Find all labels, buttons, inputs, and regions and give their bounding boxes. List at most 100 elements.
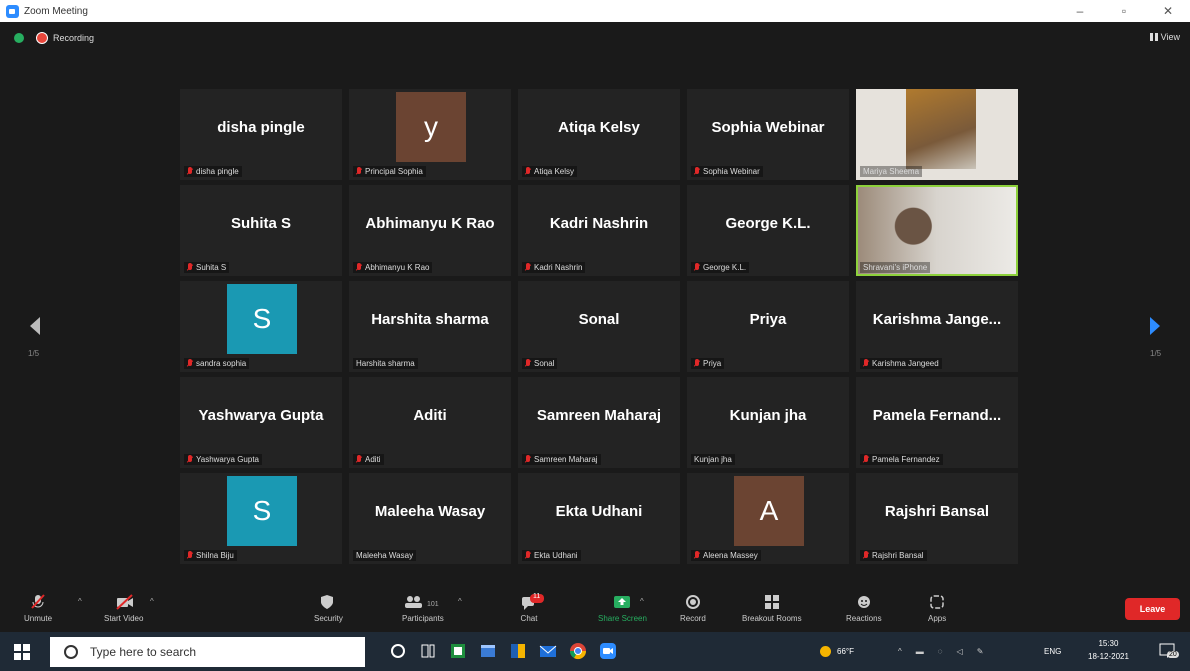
participant-tile[interactable]: Samreen Maharaj Samreen Maharaj xyxy=(518,377,680,468)
taskbar-clock[interactable]: 15:30 18-12-2021 xyxy=(1088,637,1129,663)
participant-tile[interactable]: Kadri Nashrin Kadri Nashrin xyxy=(518,185,680,276)
participant-name: disha pingle xyxy=(196,167,239,176)
participant-tile[interactable]: Pamela Fernand... Pamela Fernandez xyxy=(856,377,1018,468)
participant-name-label: Maleeha Wasay xyxy=(353,550,417,561)
encryption-shield-icon[interactable] xyxy=(14,33,24,43)
participant-name: Aditi xyxy=(365,455,381,464)
cortana-icon[interactable] xyxy=(388,641,408,661)
chat-label: Chat xyxy=(520,614,538,623)
participant-tile[interactable]: Sonal Sonal xyxy=(518,281,680,372)
view-button[interactable]: View xyxy=(1149,32,1180,42)
participant-name: Mariya Sheema xyxy=(863,167,920,176)
zoom-logo-icon xyxy=(6,4,19,18)
participant-name: Suhita S xyxy=(196,263,227,272)
participant-tile[interactable]: Sophia Webinar Sophia Webinar xyxy=(687,89,849,180)
participant-name: Pamela Fernandez xyxy=(872,455,940,464)
participant-name: Rajshri Bansal xyxy=(872,551,924,560)
apps-icon xyxy=(928,594,946,609)
muted-mic-icon xyxy=(694,263,700,272)
participant-name-label: Principal Sophia xyxy=(353,166,426,177)
network-icon[interactable]: ◌ xyxy=(938,647,943,656)
windows-start-icon[interactable] xyxy=(14,644,30,660)
muted-mic-icon xyxy=(525,551,531,560)
participant-tile[interactable]: George K.L. George K.L. xyxy=(687,185,849,276)
security-button[interactable]: Security xyxy=(314,594,343,623)
participant-tile[interactable]: Karishma Jange... Karishma Jangeed xyxy=(856,281,1018,372)
apps-button[interactable]: Apps xyxy=(928,594,946,623)
participant-tile[interactable]: Mariya Sheema xyxy=(856,89,1018,180)
close-button[interactable]: ✕ xyxy=(1150,0,1186,22)
chat-button[interactable]: 11 Chat xyxy=(520,593,544,623)
next-page-arrow-icon[interactable] xyxy=(1150,317,1160,335)
record-button[interactable]: Record xyxy=(680,594,706,623)
tray-chevron-icon[interactable]: ^ xyxy=(898,647,902,656)
participants-button[interactable]: 101 Participants xyxy=(402,594,444,623)
participant-tile[interactable]: S Shilna Biju xyxy=(180,473,342,564)
reactions-button[interactable]: Reactions xyxy=(846,594,882,623)
notification-center-icon[interactable]: 20 xyxy=(1157,641,1179,661)
weather-widget[interactable]: 66°F xyxy=(820,632,854,671)
minimize-button[interactable]: – xyxy=(1062,0,1098,22)
language-indicator[interactable]: ENG xyxy=(1044,632,1061,671)
participants-chevron-icon[interactable]: ^ xyxy=(458,597,462,606)
participant-tile[interactable]: Yashwarya Gupta Yashwarya Gupta xyxy=(180,377,342,468)
participant-tile[interactable]: Kunjan jha Kunjan jha xyxy=(687,377,849,468)
volume-icon[interactable]: ◁ xyxy=(957,647,963,656)
window-titlebar: Zoom Meeting – ▫ ✕ xyxy=(0,0,1190,22)
unmute-button[interactable]: Unmute xyxy=(24,594,52,623)
share-options-chevron-icon[interactable]: ^ xyxy=(640,597,644,606)
microphone-muted-icon xyxy=(29,594,47,609)
battery-icon[interactable]: ▬ xyxy=(916,647,924,656)
maximize-button[interactable]: ▫ xyxy=(1106,0,1142,22)
previous-page-arrow-icon[interactable] xyxy=(30,317,40,335)
participant-tile[interactable]: Maleeha Wasay Maleeha Wasay xyxy=(349,473,511,564)
participant-name-label: Yashwarya Gupta xyxy=(184,454,262,465)
sticky-notes-icon[interactable] xyxy=(508,641,528,661)
taskbar-search-box[interactable]: Type here to search xyxy=(50,637,365,667)
muted-mic-icon xyxy=(525,167,531,176)
search-icon xyxy=(64,645,78,659)
pen-icon[interactable]: ✎ xyxy=(977,647,984,656)
participant-name-label: Shravani's iPhone xyxy=(860,262,931,273)
sheets-app-icon[interactable] xyxy=(448,641,468,661)
page-indicator-left: 1/5 xyxy=(28,349,40,358)
participant-tile[interactable]: Abhimanyu K Rao Abhimanyu K Rao xyxy=(349,185,511,276)
participant-tile[interactable]: Priya Priya xyxy=(687,281,849,372)
participant-name: Shravani's iPhone xyxy=(863,263,928,272)
participant-name: Harshita sharma xyxy=(356,359,415,368)
clock-date: 18-12-2021 xyxy=(1088,652,1129,661)
participant-tile[interactable]: Aditi Aditi xyxy=(349,377,511,468)
zoom-taskbar-icon[interactable] xyxy=(598,641,618,661)
participant-display-name: Yashwarya Gupta xyxy=(198,407,324,424)
search-placeholder: Type here to search xyxy=(90,645,197,659)
participant-tile[interactable]: Suhita S Suhita S xyxy=(180,185,342,276)
system-tray: ^ ▬ ◌ ◁ ✎ xyxy=(898,632,983,671)
participant-tile[interactable]: Ssandra sophia xyxy=(180,281,342,372)
task-view-icon[interactable] xyxy=(418,641,438,661)
participant-name-label: Kadri Nashrin xyxy=(522,262,586,273)
participant-tile[interactable]: A Aleena Massey xyxy=(687,473,849,564)
audio-options-chevron-icon[interactable]: ^ xyxy=(78,597,82,606)
video-options-chevron-icon[interactable]: ^ xyxy=(150,597,154,606)
participant-tile[interactable]: Harshita sharma Harshita sharma xyxy=(349,281,511,372)
participant-tile[interactable]: Ekta Udhani Ekta Udhani xyxy=(518,473,680,564)
participant-tile[interactable]: Atiqa Kelsy Atiqa Kelsy xyxy=(518,89,680,180)
participant-display-name: George K.L. xyxy=(725,215,811,232)
view-label: View xyxy=(1160,32,1180,42)
share-screen-icon xyxy=(613,594,631,608)
start-video-button[interactable]: Start Video xyxy=(104,594,143,623)
participant-name-label: Shilna Biju xyxy=(184,550,237,561)
participant-tile[interactable]: Rajshri Bansal Rajshri Bansal xyxy=(856,473,1018,564)
participant-display-name: Samreen Maharaj xyxy=(536,407,662,424)
participant-tile[interactable]: y Principal Sophia xyxy=(349,89,511,180)
leave-button[interactable]: Leave xyxy=(1125,598,1180,620)
windows-taskbar: Type here to search 66°F ^ ▬ ◌ ◁ ✎ ENG 1… xyxy=(0,632,1190,671)
participant-tile[interactable]: disha pingle disha pingle xyxy=(180,89,342,180)
breakout-rooms-button[interactable]: Breakout Rooms xyxy=(742,594,802,623)
taskbar-app-icon[interactable] xyxy=(478,641,498,661)
start-video-label: Start Video xyxy=(104,614,144,623)
chrome-icon[interactable] xyxy=(568,641,588,661)
participant-tile[interactable]: Shravani's iPhone xyxy=(856,185,1018,276)
mail-icon[interactable] xyxy=(538,641,558,661)
participant-display-name: Priya xyxy=(749,311,787,328)
